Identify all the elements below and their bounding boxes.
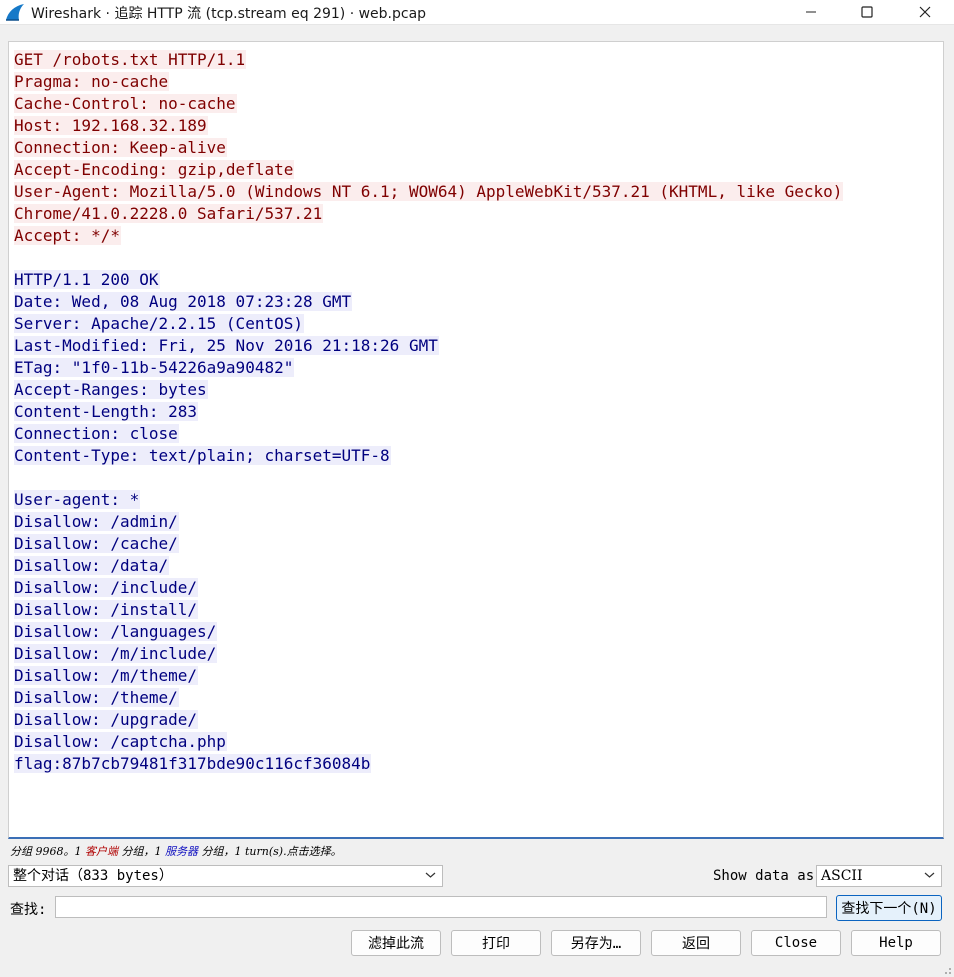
request-line-text: Chrome/41.0.2228.0 Safari/537.21 <box>14 204 324 223</box>
response-body-line: Disallow: /admin/ <box>14 511 843 533</box>
response-body-line-text: Disallow: /include/ <box>14 578 199 597</box>
find-next-button[interactable]: 查找下一个(N) <box>836 895 942 921</box>
response-body-line: Disallow: /languages/ <box>14 621 843 643</box>
request-line: Cache-Control: no-cache <box>14 93 843 115</box>
request-line: GET /robots.txt HTTP/1.1 <box>14 49 843 71</box>
response-header-line-text: Content-Type: text/plain; charset=UTF-8 <box>14 446 391 465</box>
response-body-line-text: User-agent: * <box>14 490 141 509</box>
response-body-line: Disallow: /cache/ <box>14 533 843 555</box>
response-header-line-text: Accept-Ranges: bytes <box>14 380 208 399</box>
response-header-line: ETag: "1f0-11b-54226a9a90482" <box>14 357 843 379</box>
response-header-line: Server: Apache/2.2.15 (CentOS) <box>14 313 843 335</box>
close-window-button[interactable] <box>902 0 948 24</box>
show-data-select[interactable]: ASCII <box>816 865 942 887</box>
response-body-line: Disallow: /data/ <box>14 555 843 577</box>
response-header-line: Last-Modified: Fri, 25 Nov 2016 21:18:26… <box>14 335 843 357</box>
status-client-link[interactable]: 客户端 <box>85 845 118 858</box>
response-body-line: Disallow: /theme/ <box>14 687 843 709</box>
request-line-text: User-Agent: Mozilla/5.0 (Windows NT 6.1;… <box>14 182 844 201</box>
request-line-text: Cache-Control: no-cache <box>14 94 237 113</box>
status-middle: 分组，1 <box>118 845 165 858</box>
filter-out-stream-button[interactable]: 滤掉此流 <box>351 930 441 956</box>
request-line-text: Pragma: no-cache <box>14 72 170 91</box>
status-server-link[interactable]: 服务器 <box>165 845 198 858</box>
close-icon <box>919 6 931 18</box>
response-body-line-text: Disallow: /install/ <box>14 600 199 619</box>
response-body-line: Disallow: /install/ <box>14 599 843 621</box>
request-line: Pragma: no-cache <box>14 71 843 93</box>
status-prefix: 分组 9968。1 <box>10 845 85 858</box>
request-line: Connection: Keep-alive <box>14 137 843 159</box>
request-line: Accept: */* <box>14 225 843 247</box>
stream-content-pane[interactable]: GET /robots.txt HTTP/1.1 Pragma: no-cache… <box>8 41 944 839</box>
request-line-text: GET /robots.txt HTTP/1.1 <box>14 50 247 69</box>
save-as-button[interactable]: 另存为… <box>551 930 641 956</box>
status-suffix: 分组，1 turn(s).点击选择。 <box>198 845 342 858</box>
chevron-down-icon <box>425 872 436 878</box>
request-line: Accept-Encoding: gzip,deflate <box>14 159 843 181</box>
print-button[interactable]: 打印 <box>451 930 541 956</box>
chevron-down-icon <box>924 872 935 878</box>
response-header-line: Content-Length: 283 <box>14 401 843 423</box>
request-line: User-Agent: Mozilla/5.0 (Windows NT 6.1;… <box>14 181 844 203</box>
response-header-line-text: Content-Length: 283 <box>14 402 199 421</box>
conversation-select[interactable]: 整个对话（833 bytes） <box>8 865 443 887</box>
response-body-line: Disallow: /upgrade/ <box>14 709 843 731</box>
minimize-button[interactable] <box>788 0 834 24</box>
response-body-line-text: Disallow: /theme/ <box>14 688 179 707</box>
response-header-line: Content-Type: text/plain; charset=UTF-8 <box>14 445 843 467</box>
response-body-line-text: Disallow: /m/theme/ <box>14 666 199 685</box>
response-body-line-text: Disallow: /data/ <box>14 556 170 575</box>
help-button[interactable]: Help <box>851 930 941 956</box>
response-body-line: User-agent: * <box>14 489 843 511</box>
show-data-value: ASCII <box>821 868 863 884</box>
response-body-line-text: Disallow: /upgrade/ <box>14 710 199 729</box>
request-line: Chrome/41.0.2228.0 Safari/537.21 <box>14 203 843 225</box>
response-body-line: Disallow: /m/theme/ <box>14 665 843 687</box>
response-header-line: Connection: close <box>14 423 843 445</box>
response-header-line-text: Connection: close <box>14 424 179 443</box>
wireshark-fin-icon <box>6 4 24 21</box>
response-body-line: flag:87b7cb79481f317bde90c116cf36084b <box>14 753 843 775</box>
response-body-line-text: Disallow: /m/include/ <box>14 644 218 663</box>
maximize-icon <box>861 6 873 18</box>
response-body-line-text: Disallow: /cache/ <box>14 534 179 553</box>
request-line: Host: 192.168.32.189 <box>14 115 843 137</box>
response-body-line: Disallow: /include/ <box>14 577 843 599</box>
response-body-line-text: Disallow: /languages/ <box>14 622 218 641</box>
request-line-text: Connection: Keep-alive <box>14 138 227 157</box>
response-header-line-text: Date: Wed, 08 Aug 2018 07:23:28 GMT <box>14 292 353 311</box>
response-body-line-text: Disallow: /captcha.php <box>14 732 227 751</box>
request-line-text: Host: 192.168.32.189 <box>14 116 208 135</box>
title-bar: Wireshark · 追踪 HTTP 流 (tcp.stream eq 291… <box>0 0 954 25</box>
close-button[interactable]: Close <box>751 930 841 956</box>
response-header-line-text: HTTP/1.1 200 OK <box>14 270 160 289</box>
response-header-line-text: ETag: "1f0-11b-54226a9a90482" <box>14 358 295 377</box>
resize-grip-icon[interactable] <box>942 965 952 975</box>
response-header-line: Date: Wed, 08 Aug 2018 07:23:28 GMT <box>14 291 843 313</box>
response-body-line-text: Disallow: /admin/ <box>14 512 179 531</box>
request-line-text: Accept: */* <box>14 226 121 245</box>
response-header-line-text: Server: Apache/2.2.15 (CentOS) <box>14 314 304 333</box>
request-line-text: Accept-Encoding: gzip,deflate <box>14 160 295 179</box>
window-title: Wireshark · 追踪 HTTP 流 (tcp.stream eq 291… <box>31 6 427 22</box>
find-input[interactable] <box>55 896 827 918</box>
status-line: 分组 9968。1 客户端 分组，1 服务器 分组，1 turn(s).点击选择… <box>10 843 342 859</box>
response-header-line: Accept-Ranges: bytes <box>14 379 843 401</box>
show-data-label: Show data as <box>713 868 815 884</box>
stream-text: GET /robots.txt HTTP/1.1 Pragma: no-cache… <box>14 49 844 775</box>
response-body-line: Disallow: /m/include/ <box>14 643 843 665</box>
response-header-line: HTTP/1.1 200 OK <box>14 269 843 291</box>
response-body-line-text: flag:87b7cb79481f317bde90c116cf36084b <box>14 754 372 773</box>
conversation-select-value: 整个对话（833 bytes） <box>13 868 173 884</box>
response-header-line-text: Last-Modified: Fri, 25 Nov 2016 21:18:26… <box>14 336 439 355</box>
response-body-line: Disallow: /captcha.php <box>14 731 843 753</box>
maximize-button[interactable] <box>844 0 890 24</box>
minimize-icon <box>806 11 816 13</box>
find-label: 查找: <box>10 902 47 918</box>
back-button[interactable]: 返回 <box>651 930 741 956</box>
